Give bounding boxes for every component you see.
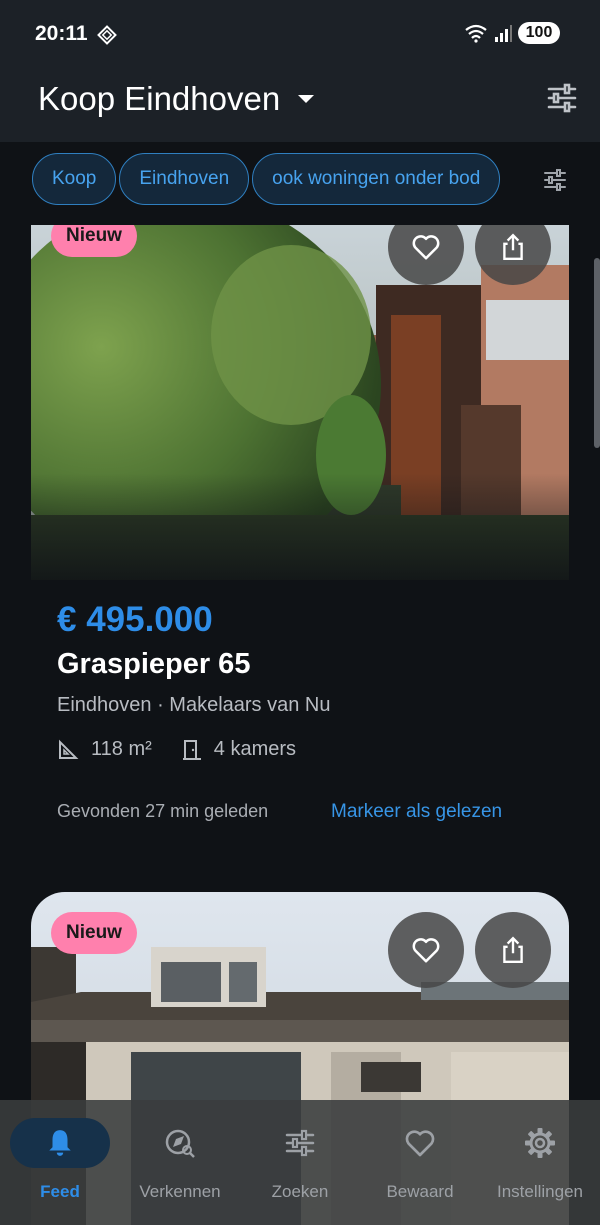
nav-label-bewaard: Bewaard: [386, 1182, 454, 1201]
listing-price: € 495.000: [57, 600, 213, 639]
signal-icon: [495, 25, 512, 42]
listing-address[interactable]: Graspieper 65: [57, 648, 250, 681]
door-icon: [182, 739, 201, 760]
nav-instellingen[interactable]: Instellingen: [480, 1118, 600, 1202]
share-button-2[interactable]: [475, 912, 551, 988]
mark-read-link[interactable]: Markeer als gelezen: [331, 801, 502, 823]
chips-filter-icon[interactable]: [543, 168, 567, 192]
nav-zoeken[interactable]: Zoeken: [240, 1118, 360, 1202]
nav-label-instellingen: Instellingen: [496, 1182, 583, 1201]
battery-indicator: 100: [518, 22, 560, 44]
listing-photo[interactable]: Nieuw: [31, 225, 569, 580]
chip-onder-bod[interactable]: ook woningen onder bod: [252, 153, 501, 205]
tune-icon: [285, 1129, 315, 1157]
found-time: Gevonden 27 min geleden: [57, 801, 269, 821]
nav-label-zoeken: Zoeken: [271, 1182, 329, 1201]
rooms-value: 4 kamers: [213, 738, 297, 760]
favorite-button-2[interactable]: [388, 912, 464, 988]
heart-icon: [412, 938, 440, 963]
filter-chips: Koop Eindhoven ook woningen onder bod: [32, 153, 532, 207]
status-icons: 100: [464, 22, 560, 44]
gear-icon: [525, 1128, 555, 1158]
status-badge: Nieuw: [51, 225, 137, 257]
nav-label-feed: Feed: [40, 1182, 80, 1201]
filter-settings-icon[interactable]: [546, 82, 578, 114]
bell-icon: [49, 1130, 71, 1156]
app-bar: Koop Eindhoven: [0, 68, 600, 142]
share-icon: [503, 936, 523, 964]
caret-down-icon: [298, 95, 315, 103]
page-title: Koop Eindhoven: [38, 80, 281, 117]
house-photo: [31, 225, 569, 580]
ruler-icon: [59, 739, 79, 759]
rooms-spec: 4 kamers: [182, 738, 296, 761]
status-time: 20:11: [35, 22, 88, 45]
nav-label-verkennen: Verkennen: [139, 1182, 221, 1201]
status-bar: 20:11 100: [0, 0, 600, 68]
bottom-navigation: Feed Verkennen Zoeken Bewaard Instelling…: [0, 1100, 600, 1225]
area-spec: 118 m²: [57, 738, 152, 761]
nav-bewaard[interactable]: Bewaard: [360, 1118, 480, 1202]
area-value: 118 m²: [91, 738, 152, 760]
chip-eindhoven[interactable]: Eindhoven: [119, 153, 250, 205]
explore-icon: [165, 1129, 195, 1158]
nav-feed[interactable]: Feed: [0, 1118, 120, 1202]
diamond-icon: [97, 25, 117, 45]
chip-koop[interactable]: Koop: [32, 153, 117, 205]
scrollbar[interactable]: [594, 258, 600, 448]
status-badge-2: Nieuw: [51, 912, 137, 954]
listing-location: Eindhoven · Makelaars van Nu: [57, 694, 331, 716]
heart-icon: [405, 1130, 435, 1157]
nav-verkennen[interactable]: Verkennen: [120, 1118, 240, 1202]
listing-specs: 118 m² 4 kamers: [57, 738, 326, 761]
search-title-dropdown[interactable]: Koop Eindhoven: [38, 80, 315, 118]
share-icon: [503, 233, 523, 261]
wifi-icon: [465, 24, 487, 43]
heart-icon: [412, 235, 440, 260]
